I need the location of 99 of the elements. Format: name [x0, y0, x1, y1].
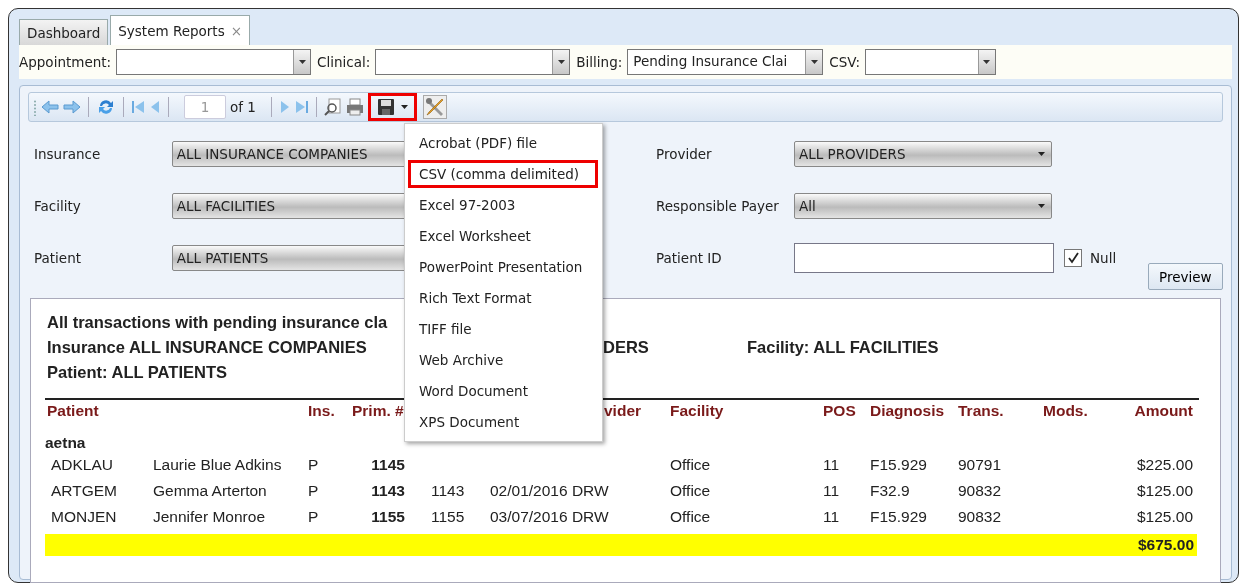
caret-icon	[1038, 152, 1045, 156]
table-cell-text: 90832	[958, 508, 1003, 526]
table-cell-text: P	[308, 482, 320, 500]
find-icon[interactable]	[323, 98, 342, 116]
table-cell-text: $125.00	[1135, 508, 1194, 526]
table-cell-text: 90832	[958, 482, 1003, 500]
grip-icon	[33, 98, 37, 116]
menu-item[interactable]: Word Document	[408, 377, 598, 405]
print-icon[interactable]	[345, 98, 364, 116]
filter-combo[interactable]: Pending Insurance Clai	[627, 49, 824, 75]
table-cell-text: 1155	[370, 508, 405, 526]
table-cell-text: MONJEN	[50, 508, 118, 526]
refresh-icon[interactable]	[96, 97, 116, 117]
filter-combo[interactable]	[116, 49, 312, 75]
filter-combo[interactable]	[864, 49, 996, 75]
parameter-label: Facility	[33, 198, 82, 214]
tools-icon[interactable]	[422, 95, 447, 119]
column-header: Facility	[670, 401, 725, 420]
report-filter: DERS	[603, 338, 649, 358]
report-filter: Facility: ALL FACILITIES	[747, 338, 939, 358]
table-cell-text: 1143	[430, 482, 466, 500]
table-cell-text: Laurie Blue Adkins	[153, 456, 283, 474]
table-cell-text: 90791	[958, 456, 1003, 474]
caret-icon	[557, 60, 565, 64]
tab[interactable]: Dashboard	[19, 19, 109, 45]
column-header: POS	[822, 401, 857, 420]
null-checkbox[interactable]	[1064, 249, 1082, 267]
patient-id-field[interactable]	[794, 243, 1054, 273]
column-header: Diagnosis	[870, 401, 946, 420]
filter-label: CSV:	[829, 54, 860, 70]
table-cell-text: ARTGEM	[50, 482, 119, 500]
group-label: aetna	[45, 434, 87, 452]
last-page-icon[interactable]	[294, 99, 309, 115]
null-label: Null	[1090, 250, 1117, 266]
caret-icon	[400, 105, 408, 109]
total-bar: $675.00	[45, 534, 1197, 556]
parameter-label: Insurance	[33, 146, 102, 162]
table-cell-text: 11	[822, 456, 841, 474]
preview-button[interactable]: Preview	[1148, 263, 1223, 290]
menu-item[interactable]: Excel 97-2003	[408, 191, 598, 219]
back-icon[interactable]	[41, 99, 59, 115]
caret-icon	[1038, 204, 1045, 208]
parameter-select[interactable]: ALL PROVIDERS	[794, 141, 1052, 167]
table-cell-text: F15.929	[870, 456, 928, 474]
caret-icon	[298, 60, 306, 64]
table-cell-text: F32.9	[870, 482, 911, 500]
report-title: All transactions with pending insurance cla	[47, 313, 388, 331]
table-cell-text: 03/07/2016 DRW	[489, 508, 610, 526]
column-header: Amount	[1133, 401, 1194, 420]
column-header: vider	[603, 401, 643, 420]
table-cell-text: F15.929	[870, 508, 928, 526]
menu-item[interactable]: Rich Text Format	[408, 284, 598, 312]
column-header: Trans.	[958, 401, 1005, 420]
page-count: of 1	[230, 99, 256, 115]
tab[interactable]: System Reports ×	[110, 15, 250, 45]
table-cell-text: 1155	[430, 508, 466, 526]
parameter-label: Provider	[656, 146, 713, 162]
column-header: Prim. #	[351, 401, 405, 420]
table-cell-text: 11	[822, 482, 841, 500]
parameter-label: Patient ID	[656, 250, 723, 266]
filter-combo[interactable]	[375, 49, 571, 75]
table-cell-text: 1143	[370, 482, 405, 500]
menu-item[interactable]: Web Archive	[408, 346, 598, 374]
table-cell-text: 1145	[370, 456, 405, 474]
table-cell-text: $225.00	[1135, 456, 1194, 474]
menu-item[interactable]: Excel Worksheet	[408, 222, 598, 250]
menu-item[interactable]: Acrobat (PDF) file	[408, 129, 598, 157]
table-cell-text: Office	[670, 482, 712, 500]
filter-label: Clinical:	[317, 54, 371, 70]
menu-item[interactable]: CSV (comma delimited)	[408, 160, 598, 188]
filter-label: Appointment:	[19, 54, 112, 70]
caret-icon	[983, 60, 991, 64]
menu-item[interactable]: PowerPoint Presentation	[408, 253, 598, 281]
column-header: Mods.	[1043, 401, 1089, 420]
menu-item[interactable]: TIFF file	[408, 315, 598, 343]
table-cell-text: P	[308, 508, 320, 526]
menu-item[interactable]: XPS Document	[408, 408, 598, 436]
caret-icon	[810, 60, 818, 64]
parameter-label: Responsible Payer	[656, 198, 780, 214]
table-cell-text: Gemma Arterton	[153, 482, 268, 500]
table-cell-text: P	[308, 456, 320, 474]
table-cell-text: Office	[670, 508, 712, 526]
column-header: Ins.	[308, 401, 336, 420]
filter-label: Billing:	[576, 54, 623, 70]
table-cell-text: 02/01/2016 DRW	[489, 482, 610, 500]
table-cell-text: 11	[822, 508, 841, 526]
table-cell-text: Office	[670, 456, 712, 474]
report-filter: Patient: ALL PATIENTS	[47, 363, 227, 383]
close-icon[interactable]: ×	[230, 22, 242, 39]
parameter-select[interactable]: All	[794, 193, 1052, 219]
parameter-label: Patient	[33, 250, 82, 266]
table-cell-text: ADKLAU	[50, 456, 115, 474]
save-menu-button[interactable]	[367, 93, 417, 121]
first-page-icon[interactable]	[131, 99, 145, 115]
column-header: Patient	[46, 401, 100, 420]
forward-icon[interactable]	[63, 99, 81, 115]
table-cell-text: $125.00	[1135, 482, 1194, 500]
report-filter: Insurance ALL INSURANCE COMPANIES	[47, 338, 367, 358]
table-cell-text: Jennifer Monroe	[153, 508, 266, 526]
